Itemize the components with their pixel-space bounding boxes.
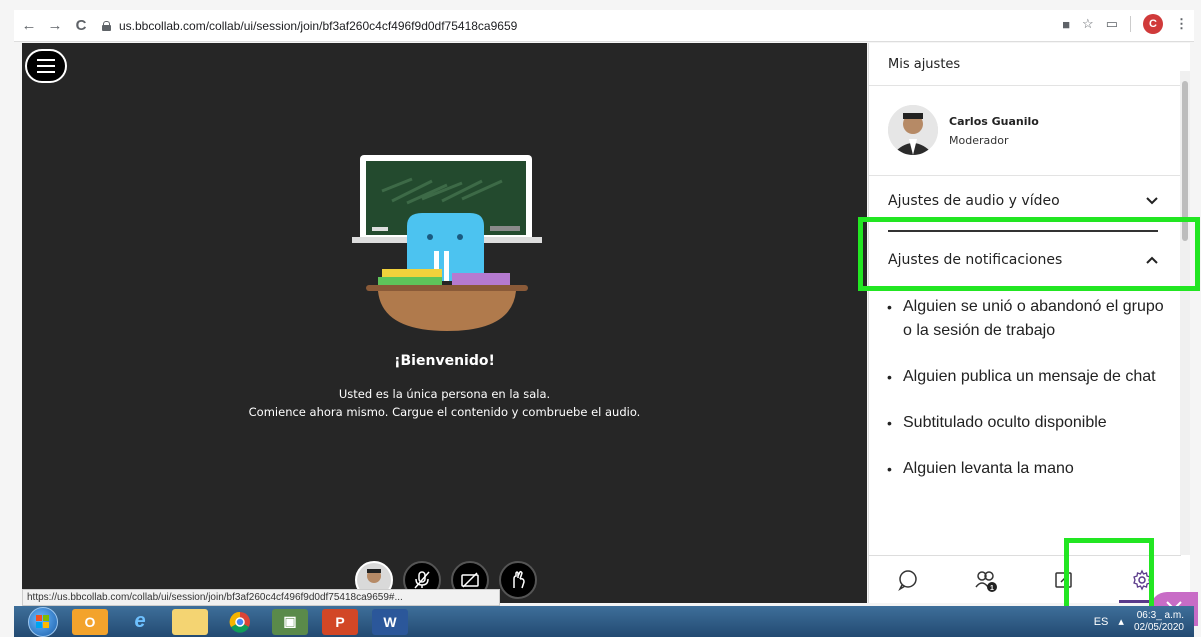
profile-avatar[interactable]: C bbox=[1143, 14, 1163, 34]
welcome-line-1: Usted es la única persona en la sala. bbox=[338, 387, 551, 401]
chat-icon bbox=[898, 569, 917, 591]
audio-video-settings-toggle[interactable]: Ajustes de audio y vídeo bbox=[888, 193, 1158, 209]
screen: ← → C us.bbcollab.com/collab/ui/session/… bbox=[0, 0, 1201, 637]
cast-icon[interactable]: ▭ bbox=[1106, 16, 1118, 32]
clock-date: 02/05/2020 bbox=[1133, 621, 1184, 633]
browser-toolbar: ← → C us.bbcollab.com/collab/ui/session/… bbox=[14, 10, 1194, 42]
user-photo-icon bbox=[888, 105, 938, 155]
menu-bar bbox=[37, 65, 55, 67]
camera-off-icon bbox=[461, 572, 479, 588]
mic-off-icon bbox=[414, 571, 430, 589]
clock-time: 06:3_ a.m. bbox=[1136, 609, 1184, 621]
camera-icon[interactable]: ■ bbox=[1062, 17, 1070, 32]
hand-icon bbox=[513, 570, 525, 589]
start-button[interactable] bbox=[28, 606, 58, 637]
reload-icon[interactable]: C bbox=[70, 15, 92, 37]
welcome-message: ¡Bienvenido! Usted es la única persona e… bbox=[22, 353, 867, 421]
app-taskbar-icon[interactable]: ▣ bbox=[272, 608, 308, 635]
url-text[interactable]: us.bbcollab.com/collab/ui/session/join/b… bbox=[119, 19, 517, 33]
toolbar-divider bbox=[1130, 16, 1131, 32]
file-explorer-taskbar-icon[interactable] bbox=[172, 608, 208, 635]
forward-icon[interactable]: → bbox=[44, 15, 66, 37]
notification-option[interactable]: Alguien levanta la mano bbox=[883, 457, 1167, 481]
outlook-taskbar-icon[interactable]: O bbox=[72, 608, 108, 635]
user-role: Moderador bbox=[949, 134, 1009, 147]
user-name: Carlos Guanilo bbox=[949, 115, 1039, 128]
internet-explorer-taskbar-icon[interactable]: e bbox=[122, 609, 158, 635]
clock[interactable]: 06:3_ a.m. 02/05/2020 bbox=[1134, 610, 1184, 634]
chat-button[interactable] bbox=[893, 565, 923, 595]
system-tray: ES ▴ 06:3_ a.m. 02/05/2020 bbox=[1094, 606, 1184, 637]
menu-bar bbox=[37, 59, 55, 61]
back-icon[interactable]: ← bbox=[18, 15, 40, 37]
link-status-bar: https://us.bbcollab.com/collab/ui/sessio… bbox=[22, 589, 500, 606]
divider bbox=[869, 85, 1180, 86]
bookmark-star-icon[interactable]: ☆ bbox=[1082, 16, 1094, 32]
raise-hand-button[interactable] bbox=[499, 561, 537, 599]
panel-title: Mis ajustes bbox=[888, 57, 961, 72]
participants-badge: 1 bbox=[990, 585, 994, 592]
powerpoint-taskbar-icon[interactable]: P bbox=[322, 608, 358, 635]
chrome-icon bbox=[229, 611, 250, 633]
tray-expand-icon[interactable]: ▴ bbox=[1118, 615, 1124, 628]
highlight-notifications bbox=[858, 217, 1200, 291]
participants-icon: 1 bbox=[975, 570, 997, 592]
welcome-illustration bbox=[352, 155, 542, 331]
welcome-line-2: Comience ahora mismo. Cargue el contenid… bbox=[248, 405, 641, 419]
windows-taskbar: O e ▣ P W ES ▴ 06:3_ a.m. 02/05/2020 bbox=[14, 606, 1194, 637]
participants-button[interactable]: 1 bbox=[971, 565, 1001, 595]
notification-options: Alguien se unió o abandonó el grupo o la… bbox=[883, 295, 1167, 503]
session-stage: ¡Bienvenido! Usted es la única persona e… bbox=[22, 43, 867, 603]
panel-scrollbar[interactable] bbox=[1180, 71, 1190, 555]
section-label: Ajustes de audio y vídeo bbox=[888, 193, 1060, 209]
language-indicator[interactable]: ES bbox=[1094, 616, 1109, 628]
menu-bar bbox=[37, 71, 55, 73]
chrome-taskbar-icon[interactable] bbox=[222, 609, 258, 635]
avatar bbox=[888, 105, 938, 155]
notification-option[interactable]: Subtitulado oculto disponible bbox=[883, 411, 1167, 435]
notification-option[interactable]: Alguien se unió o abandonó el grupo o la… bbox=[883, 295, 1167, 343]
browser-menu-icon[interactable]: ⋮ bbox=[1175, 16, 1188, 32]
chevron-down-icon bbox=[1146, 197, 1158, 205]
browser-extensions: ■ ☆ ▭ C ⋮ bbox=[1062, 14, 1188, 34]
welcome-title: ¡Bienvenido! bbox=[394, 353, 495, 369]
lock-icon bbox=[102, 20, 111, 31]
settings-panel: Mis ajustes Carlos Guanilo Moderador Aju… bbox=[868, 43, 1190, 603]
notification-option[interactable]: Alguien publica un mensaje de chat bbox=[883, 365, 1167, 389]
session-menu-button[interactable] bbox=[25, 49, 67, 83]
word-taskbar-icon[interactable]: W bbox=[372, 608, 408, 635]
windows-logo-icon bbox=[36, 614, 49, 628]
divider bbox=[869, 175, 1180, 176]
address-bar[interactable]: us.bbcollab.com/collab/ui/session/join/b… bbox=[102, 19, 517, 33]
